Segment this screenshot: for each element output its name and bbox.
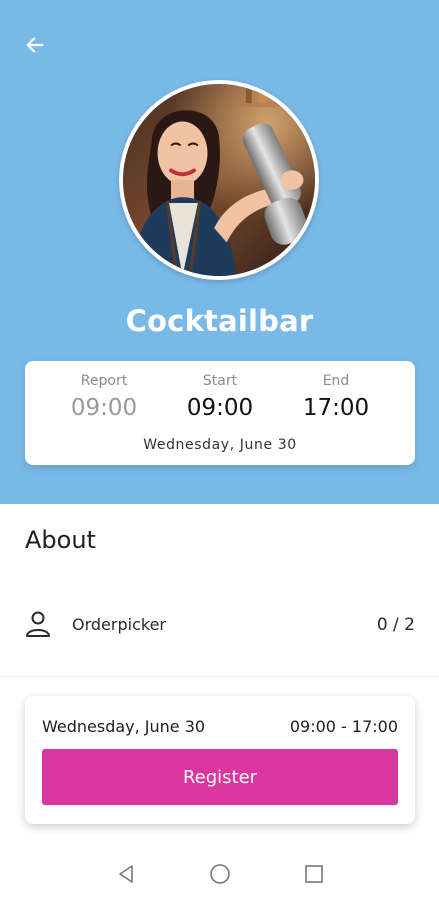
about-heading: About [25, 526, 96, 554]
register-date: Wednesday, June 30 [42, 717, 206, 736]
arrow-left-icon [26, 37, 44, 53]
start-value: 09:00 [186, 395, 254, 421]
avatar [119, 80, 319, 280]
report-value: 09:00 [70, 395, 138, 421]
role-row: Orderpicker 0 / 2 [25, 608, 415, 642]
nav-home-icon[interactable] [208, 862, 232, 886]
register-button[interactable]: Register [42, 749, 398, 805]
nav-recent-icon[interactable] [302, 862, 326, 886]
start-time: Start 09:00 [165, 373, 275, 421]
end-value: 17:00 [302, 395, 370, 421]
role-count: 0 / 2 [376, 615, 415, 635]
register-time-range: 09:00 - 17:00 [289, 717, 398, 736]
end-label: End [322, 373, 350, 389]
bartender-photo [123, 84, 315, 276]
role-label: Orderpicker [72, 615, 166, 634]
report-time: Report 09:00 [49, 373, 159, 421]
times-card: Report 09:00 Start 09:00 End 17:00 Wedne… [25, 361, 415, 465]
divider [0, 676, 439, 677]
report-label: Report [80, 373, 128, 389]
shift-date: Wednesday, June 30 [143, 437, 297, 453]
page-title: Cocktailbar [125, 304, 314, 338]
register-card: Wednesday, June 30 09:00 - 17:00 Registe… [25, 696, 415, 824]
header: Cocktailbar Report 09:00 Start 09:00 End… [0, 0, 439, 504]
start-label: Start [202, 373, 238, 389]
nav-back-icon[interactable] [114, 862, 138, 886]
person-icon [26, 611, 50, 637]
back-button[interactable] [18, 28, 52, 62]
system-navbar [0, 848, 439, 900]
end-time: End 17:00 [281, 373, 391, 421]
